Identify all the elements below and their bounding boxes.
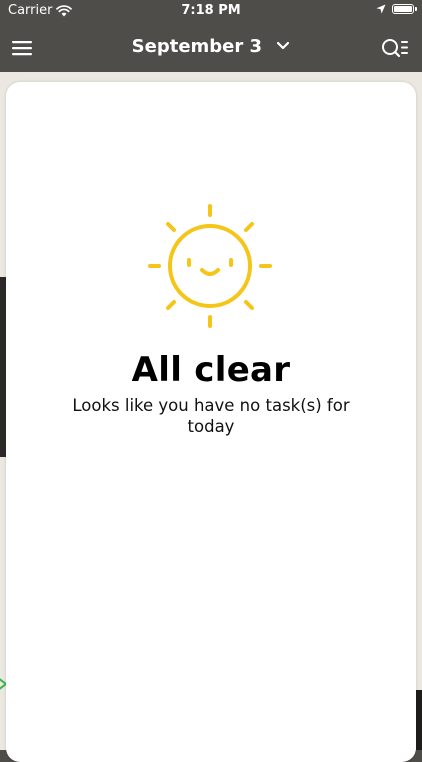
- status-bar: Carrier 7:18 PM: [0, 0, 422, 24]
- chevron-down-icon: [277, 41, 290, 50]
- date-selector[interactable]: September 3: [0, 36, 422, 57]
- background-strip-right: [416, 690, 422, 750]
- location-arrow-icon: [376, 4, 386, 14]
- status-time: 7:18 PM: [181, 3, 241, 18]
- status-right: [376, 4, 417, 14]
- search-list-button[interactable]: [380, 34, 410, 62]
- date-label: September 3: [131, 36, 263, 57]
- empty-state-title: All clear: [131, 350, 291, 390]
- nav-bar: September 3: [0, 24, 422, 72]
- task-card: All clear Looks like you have no task(s)…: [6, 82, 416, 762]
- smiling-sun-icon: [148, 204, 272, 328]
- search-list-icon: [382, 39, 408, 58]
- empty-state-message: Looks like you have no task(s) for today: [72, 396, 350, 436]
- battery-icon: [392, 4, 417, 14]
